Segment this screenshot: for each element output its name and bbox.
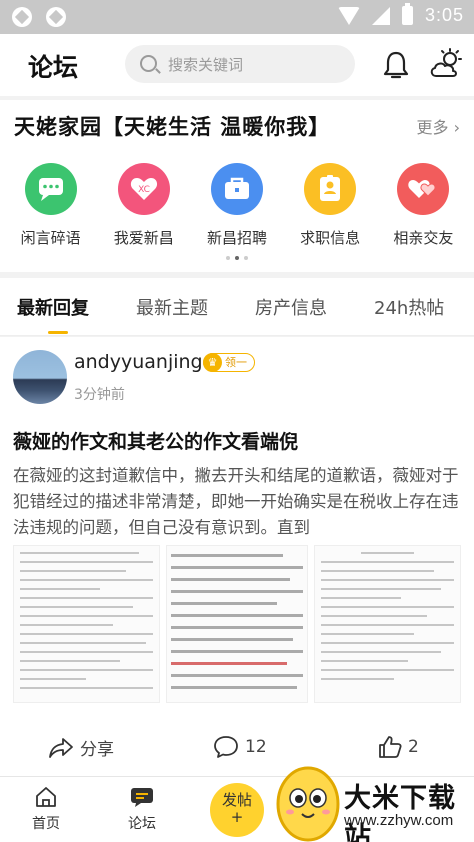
- share-label: 分享: [80, 740, 114, 760]
- id-card-icon: [304, 163, 357, 215]
- shortcut-label: 新昌招聘: [206, 229, 267, 247]
- community-section: 天姥家园【天姥生活 温暖你我】 更多 › 闲言碎语 XC 我爱新昌 新昌招聘 求…: [0, 100, 474, 272]
- new-post-button[interactable]: 发帖 +: [210, 783, 264, 837]
- page-indicator: [0, 256, 474, 260]
- post-image[interactable]: [165, 545, 309, 703]
- share-button[interactable]: 分享: [48, 735, 114, 760]
- notification-icon: [46, 7, 66, 27]
- level-label: 领一: [225, 356, 247, 369]
- crown-icon: ♛: [203, 353, 222, 372]
- status-bar: 3:05: [0, 0, 474, 34]
- level-badge: ♛ 领一: [203, 353, 255, 372]
- shortcut-job-seeking[interactable]: 求职信息: [285, 163, 375, 248]
- heart-icon: XC: [117, 163, 170, 215]
- shortcut-label: 求职信息: [300, 229, 361, 247]
- tab-24h-hot[interactable]: 24h热帖: [374, 294, 444, 320]
- post-image[interactable]: [13, 545, 160, 703]
- shortcut-label: 相亲交友: [393, 229, 454, 247]
- more-link[interactable]: 更多 ›: [417, 114, 461, 138]
- shortcut-label: 闲言碎语: [20, 229, 81, 247]
- more-label: 更多: [416, 118, 449, 137]
- nav-forum-label: 论坛: [128, 816, 156, 832]
- shortcut-chat[interactable]: 闲言碎语: [6, 163, 96, 248]
- post-card[interactable]: andyyuanjing ♛ 领一 3分钟前 薇娅的作文和其老公的作文看端倪 在…: [0, 337, 474, 777]
- search-placeholder: 搜索关键词: [168, 56, 244, 74]
- battery-icon: [401, 3, 413, 25]
- shortcut-dating[interactable]: 相亲交友: [378, 163, 468, 248]
- post-images: [13, 545, 462, 703]
- tab-bar: 最新回复 最新主题 房产信息 24h热帖: [0, 278, 474, 336]
- post-image[interactable]: [314, 545, 462, 703]
- chat-bubble-icon: [24, 163, 77, 215]
- bell-icon[interactable]: [383, 50, 409, 80]
- app-header: 论坛 搜索关键词: [0, 34, 474, 96]
- tab-latest-replies[interactable]: 最新回复: [17, 294, 89, 320]
- wifi-icon: [337, 6, 360, 25]
- new-post-label: 发帖: [221, 791, 252, 809]
- active-tab-indicator: [48, 331, 68, 334]
- forum-icon: [131, 788, 153, 807]
- watermark-title: 大米下载站: [344, 783, 456, 842]
- post-time: 3分钟前: [74, 387, 125, 403]
- nav-forum[interactable]: 论坛: [112, 785, 172, 833]
- community-title: 天姥家园【天姥生活 温暖你我】: [14, 115, 331, 139]
- hearts-icon: [397, 163, 450, 215]
- briefcase-icon: [210, 163, 263, 215]
- shortcut-jobs[interactable]: 新昌招聘: [192, 163, 282, 248]
- post-title[interactable]: 薇娅的作文和其老公的作文看端倪: [13, 427, 298, 454]
- plus-icon: +: [230, 808, 244, 826]
- username[interactable]: andyyuanjing: [74, 351, 203, 373]
- comment-count: 12: [245, 737, 267, 757]
- nav-home-label: 首页: [32, 816, 60, 832]
- svg-text:XC: XC: [138, 185, 150, 195]
- shortcut-love-xinchang[interactable]: XC 我爱新昌: [99, 163, 189, 248]
- page-title: 论坛: [28, 53, 79, 82]
- post-excerpt: 在薇娅的这封道歉信中，撇去开头和结尾的道歉语，薇娅对于犯错经过的描述非常清楚，即…: [13, 466, 459, 537]
- comment-icon: [214, 736, 238, 758]
- weather-icon[interactable]: [428, 48, 466, 80]
- shortcut-label: 我爱新昌: [113, 229, 174, 247]
- watermark: 大米下载站 www.zzhyw.com: [268, 756, 474, 842]
- search-icon: [140, 55, 157, 72]
- home-icon: [36, 787, 56, 807]
- page-dot: [226, 256, 230, 260]
- comment-button[interactable]: 12: [213, 735, 267, 759]
- like-count: 2: [408, 737, 419, 757]
- page-dot: [244, 256, 248, 260]
- tab-latest-topics[interactable]: 最新主题: [136, 294, 208, 320]
- tab-real-estate[interactable]: 房产信息: [255, 294, 327, 320]
- page-dot: [235, 256, 239, 260]
- notification-icon: [12, 7, 32, 27]
- nav-home[interactable]: 首页: [16, 785, 76, 833]
- signal-icon: [371, 6, 390, 25]
- mascot-logo: [276, 766, 340, 842]
- watermark-url: www.zzhyw.com: [344, 812, 454, 829]
- avatar[interactable]: [13, 350, 67, 404]
- share-icon: [49, 737, 73, 758]
- clock: 3:05: [424, 5, 464, 25]
- search-input[interactable]: 搜索关键词: [125, 45, 355, 83]
